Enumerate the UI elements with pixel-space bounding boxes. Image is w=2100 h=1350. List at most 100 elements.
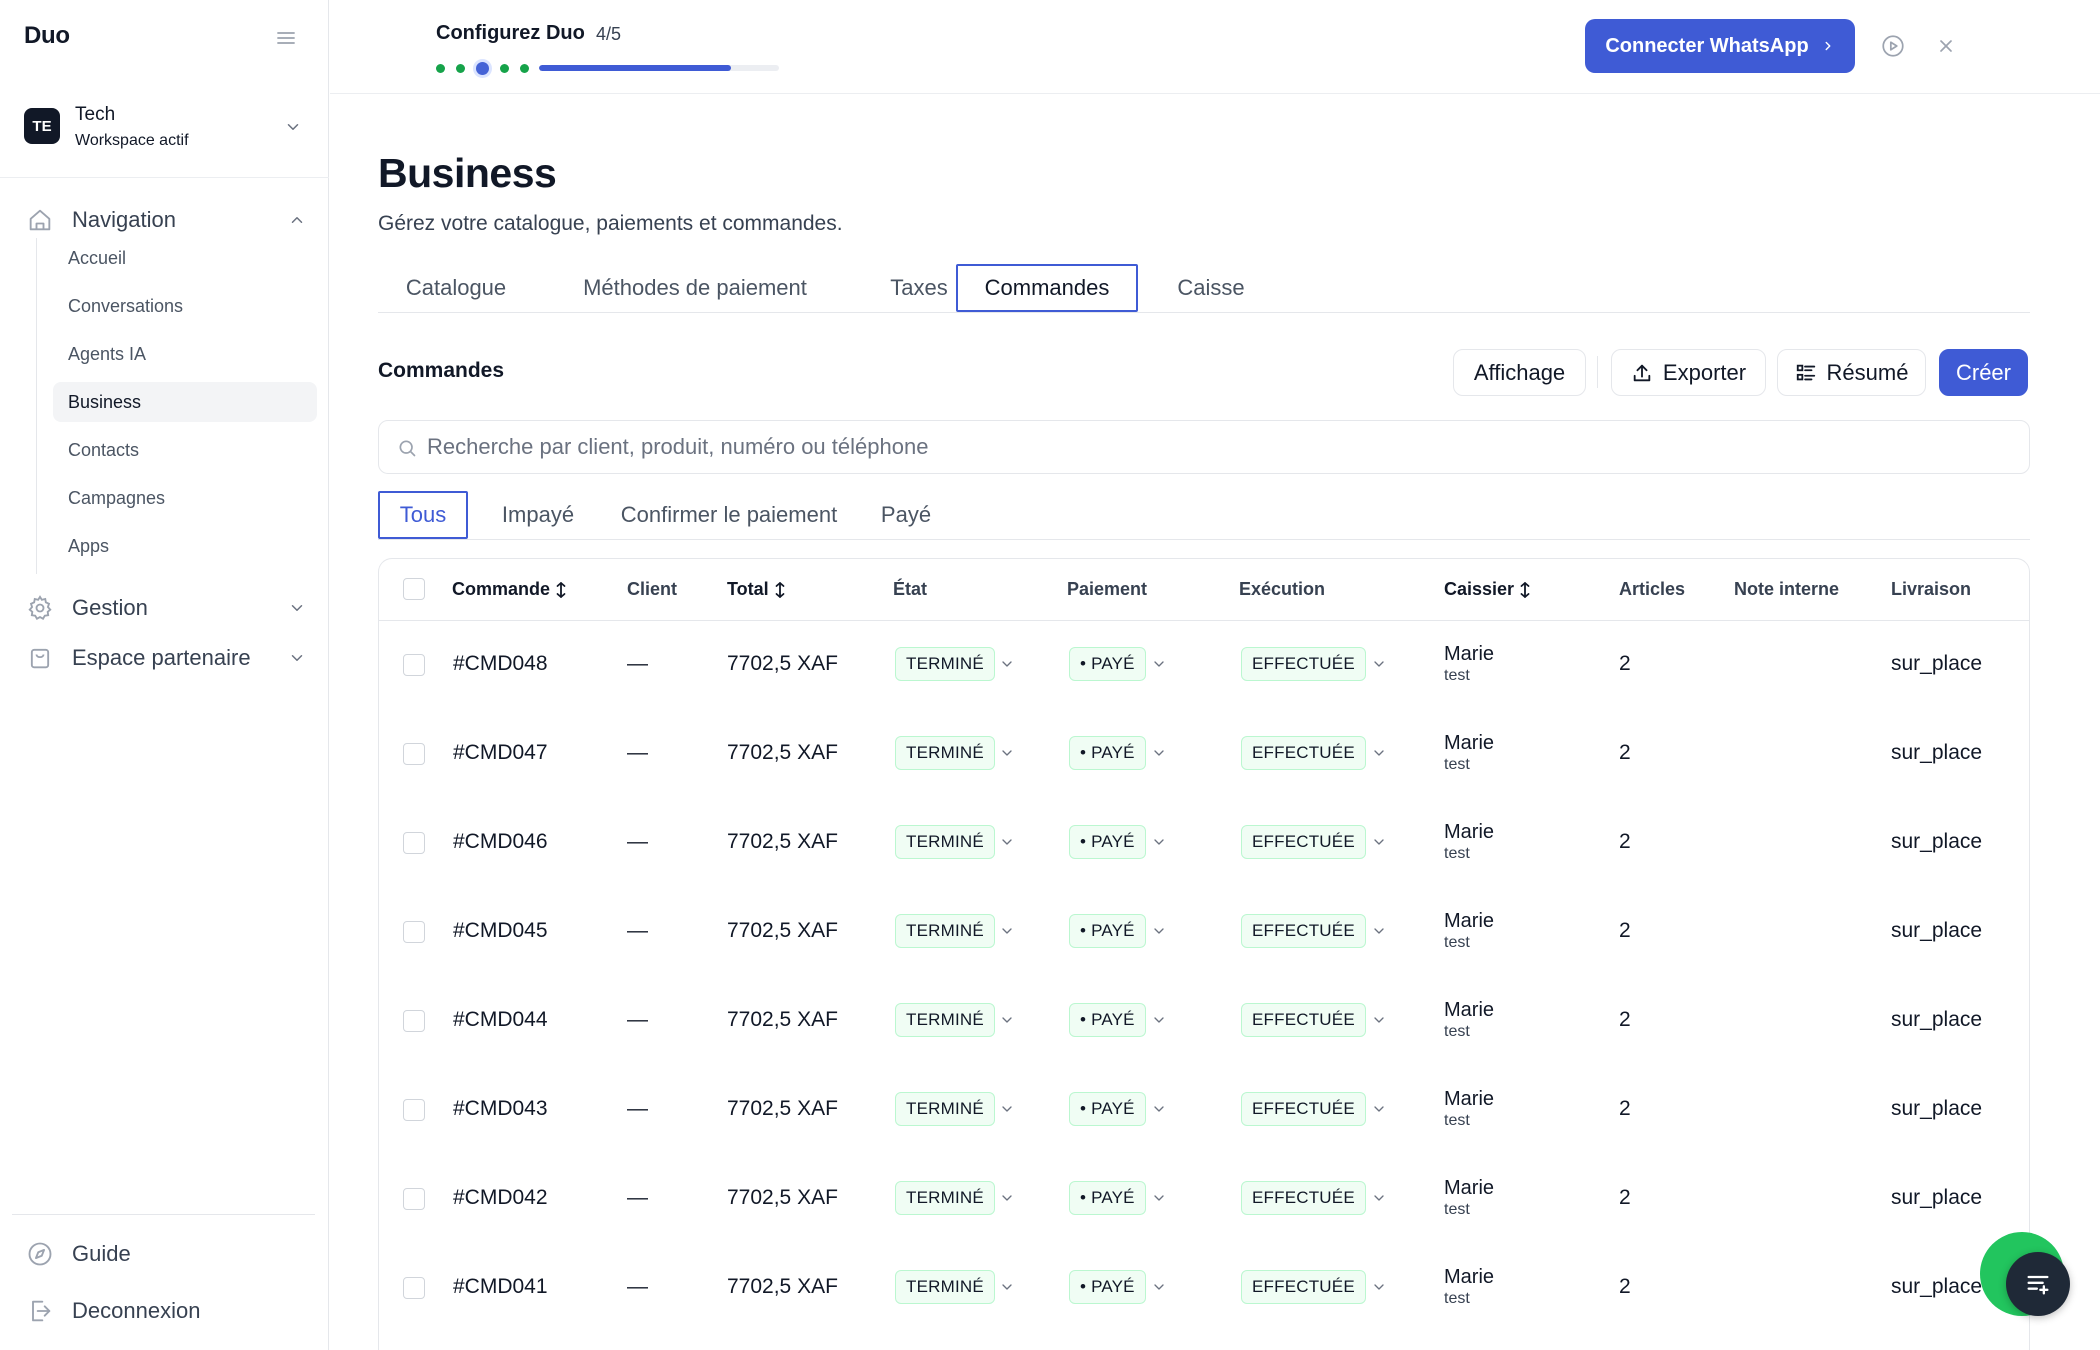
execution-badge[interactable]: EFFECTUÉE [1241, 736, 1366, 770]
order-number[interactable]: #CMD046 [453, 830, 548, 854]
execution-badge[interactable]: EFFECTUÉE [1241, 647, 1366, 681]
workspace-switcher[interactable]: TE Tech Workspace actif [0, 90, 329, 178]
order-number[interactable]: #CMD041 [453, 1275, 548, 1299]
column-header-commande[interactable]: Commande [452, 579, 568, 600]
row-checkbox[interactable] [403, 921, 425, 943]
tab-caisse[interactable]: Caisse [1146, 264, 1276, 312]
filter-paye[interactable]: Payé [856, 491, 956, 539]
chevron-down-icon[interactable] [1371, 656, 1387, 672]
chevron-down-icon[interactable] [999, 923, 1015, 939]
nav-group-gestion[interactable]: Gestion [26, 591, 306, 625]
status-badge[interactable]: TERMINÉ [895, 736, 995, 770]
order-number[interactable]: #CMD043 [453, 1097, 548, 1121]
status-badge[interactable]: TERMINÉ [895, 914, 995, 948]
payment-badge[interactable]: • PAYÉ [1069, 825, 1146, 859]
export-button[interactable]: Exporter [1611, 349, 1766, 396]
column-header-total[interactable]: Total [727, 579, 787, 600]
sidebar-item-accueil[interactable]: Accueil [53, 238, 317, 278]
chevron-down-icon[interactable] [1151, 1012, 1167, 1028]
status-badge[interactable]: TERMINÉ [895, 825, 995, 859]
payment-badge[interactable]: • PAYÉ [1069, 736, 1146, 770]
filter-tous[interactable]: Tous [378, 491, 468, 539]
table-row[interactable]: #CMD044 — 7702,5 XAF TERMINÉ • PAYÉ EFFECTUÉE… [379, 977, 2029, 1066]
row-checkbox[interactable] [403, 654, 425, 676]
payment-badge[interactable]: • PAYÉ [1069, 647, 1146, 681]
table-row[interactable]: #CMD048 — 7702,5 XAF TERMINÉ • PAYÉ EFFECTUÉE… [379, 621, 2029, 710]
chevron-down-icon[interactable] [999, 1279, 1015, 1295]
sidebar-item-contacts[interactable]: Contacts [53, 430, 317, 470]
tab-commandes[interactable]: Commandes [956, 264, 1138, 312]
execution-badge[interactable]: EFFECTUÉE [1241, 825, 1366, 859]
filter-confirm-payment[interactable]: Confirmer le paiement [604, 491, 854, 539]
chevron-down-icon[interactable] [999, 745, 1015, 761]
chevron-down-icon[interactable] [1151, 1279, 1167, 1295]
sidebar-guide[interactable]: Guide [26, 1237, 306, 1271]
create-button[interactable]: Créer [1939, 349, 2028, 396]
chevron-down-icon[interactable] [1151, 834, 1167, 850]
row-checkbox[interactable] [403, 832, 425, 854]
execution-badge[interactable]: EFFECTUÉE [1241, 1181, 1366, 1215]
sidebar-item-conversations[interactable]: Conversations [53, 286, 317, 326]
row-checkbox[interactable] [403, 1099, 425, 1121]
status-badge[interactable]: TERMINÉ [895, 1270, 995, 1304]
execution-badge[interactable]: EFFECTUÉE [1241, 1270, 1366, 1304]
sidebar-logout[interactable]: Deconnexion [26, 1294, 306, 1328]
tab-payment-methods[interactable]: Méthodes de paiement [539, 264, 851, 312]
chevron-down-icon[interactable] [1151, 656, 1167, 672]
payment-badge[interactable]: • PAYÉ [1069, 1181, 1146, 1215]
chevron-down-icon[interactable] [1371, 923, 1387, 939]
order-number[interactable]: #CMD045 [453, 919, 548, 943]
status-badge[interactable]: TERMINÉ [895, 1181, 995, 1215]
status-badge[interactable]: TERMINÉ [895, 1092, 995, 1126]
chevron-down-icon[interactable] [1151, 745, 1167, 761]
row-checkbox[interactable] [403, 743, 425, 765]
chevron-down-icon[interactable] [999, 656, 1015, 672]
status-badge[interactable]: TERMINÉ [895, 647, 995, 681]
table-row[interactable]: #CMD043 — 7702,5 XAF TERMINÉ • PAYÉ EFFECTUÉE… [379, 1066, 2029, 1155]
table-row[interactable]: #CMD041 — 7702,5 XAF TERMINÉ • PAYÉ EFFECTUÉE… [379, 1244, 2029, 1333]
row-checkbox[interactable] [403, 1277, 425, 1299]
column-header-caissier[interactable]: Caissier [1444, 579, 1532, 600]
status-badge[interactable]: TERMINÉ [895, 1003, 995, 1037]
search-input[interactable] [427, 421, 2017, 473]
table-row[interactable]: #CMD046 — 7702,5 XAF TERMINÉ • PAYÉ EFFECTUÉE… [379, 799, 2029, 888]
tab-catalogue[interactable]: Catalogue [378, 264, 534, 312]
chevron-down-icon[interactable] [1371, 1190, 1387, 1206]
order-number[interactable]: #CMD044 [453, 1008, 548, 1032]
chevron-down-icon[interactable] [1371, 1012, 1387, 1028]
nav-group-partner[interactable]: Espace partenaire [26, 641, 306, 675]
payment-badge[interactable]: • PAYÉ [1069, 1270, 1146, 1304]
chevron-down-icon[interactable] [1371, 745, 1387, 761]
chevron-down-icon[interactable] [1371, 1101, 1387, 1117]
row-checkbox[interactable] [403, 1188, 425, 1210]
chevron-down-icon[interactable] [999, 1012, 1015, 1028]
execution-badge[interactable]: EFFECTUÉE [1241, 1003, 1366, 1037]
chevron-down-icon[interactable] [1151, 1190, 1167, 1206]
chevron-down-icon[interactable] [1371, 1279, 1387, 1295]
chevron-down-icon[interactable] [999, 1190, 1015, 1206]
display-button[interactable]: Affichage [1453, 349, 1586, 396]
chevron-down-icon[interactable] [1151, 923, 1167, 939]
select-all-checkbox[interactable] [403, 578, 425, 600]
table-row[interactable]: #CMD045 — 7702,5 XAF TERMINÉ • PAYÉ EFFECTUÉE… [379, 888, 2029, 977]
sidebar-item-apps[interactable]: Apps [53, 526, 317, 566]
nav-group-navigation[interactable]: Navigation [26, 203, 306, 237]
payment-badge[interactable]: • PAYÉ [1069, 1003, 1146, 1037]
row-checkbox[interactable] [403, 1010, 425, 1032]
sidebar-item-agents-ia[interactable]: Agents IA [53, 334, 317, 374]
chevron-down-icon[interactable] [1371, 834, 1387, 850]
execution-badge[interactable]: EFFECTUÉE [1241, 914, 1366, 948]
chevron-down-icon[interactable] [999, 834, 1015, 850]
summary-button[interactable]: Résumé [1777, 349, 1926, 396]
execution-badge[interactable]: EFFECTUÉE [1241, 1092, 1366, 1126]
quick-actions-fab[interactable] [2006, 1252, 2070, 1316]
play-circle-icon[interactable] [1880, 33, 1906, 59]
filter-impaye[interactable]: Impayé [478, 491, 598, 539]
order-number[interactable]: #CMD042 [453, 1186, 548, 1210]
payment-badge[interactable]: • PAYÉ [1069, 914, 1146, 948]
chevron-down-icon[interactable] [1151, 1101, 1167, 1117]
order-number[interactable]: #CMD047 [453, 741, 548, 765]
menu-icon[interactable] [274, 26, 298, 50]
connect-whatsapp-button[interactable]: Connecter WhatsApp [1585, 19, 1855, 73]
sidebar-item-business[interactable]: Business [53, 382, 317, 422]
